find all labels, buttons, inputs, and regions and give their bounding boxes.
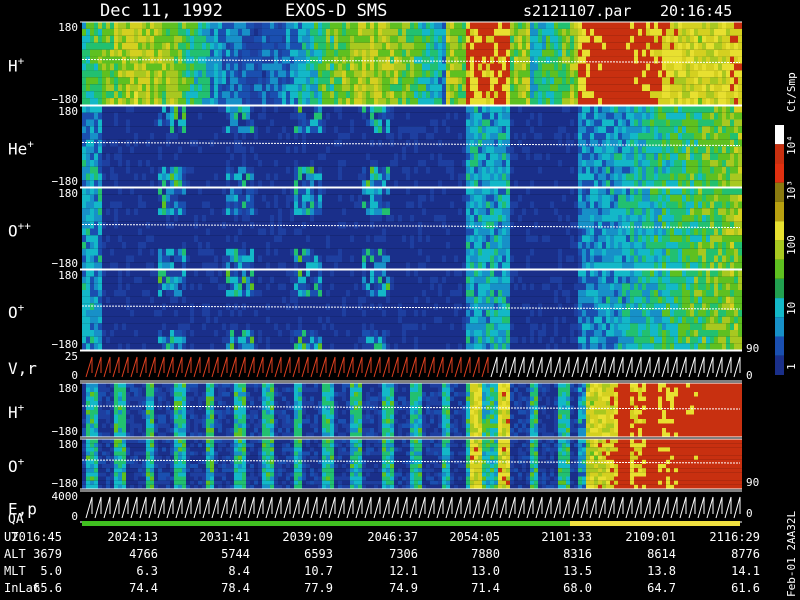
footer-cell: 10.7 <box>304 564 333 578</box>
footer-cell: 74.9 <box>389 581 418 595</box>
footer-cell: 13.5 <box>563 564 592 578</box>
footer-cell: 7306 <box>389 547 418 561</box>
colorbar-swatch <box>775 317 784 337</box>
colorbar-label: 100 <box>785 235 798 255</box>
axis-tick-bottom: −180 <box>52 477 79 490</box>
footer-cell: 2024:13 <box>107 530 158 544</box>
panel-5: H+ 180 −180 <box>8 382 742 438</box>
footer-cell: 6.3 <box>136 564 158 578</box>
footer-cell: 2031:41 <box>199 530 250 544</box>
footer-cell: 13.8 <box>647 564 676 578</box>
footer-cell: 14.1 <box>731 564 760 578</box>
footer-cell: 12.1 <box>389 564 418 578</box>
colorbar-label: 10³ <box>785 180 798 200</box>
panel-label: H+ <box>8 55 25 76</box>
axis-tick-top: 4000 <box>52 490 79 503</box>
footer-cell: 64.7 <box>647 581 676 595</box>
footer-cell: 8.4 <box>228 564 250 578</box>
right-axis-tick: 90 <box>746 476 759 489</box>
footer-cell: 8316 <box>563 547 592 561</box>
right-axis-tick: 0 <box>746 507 753 520</box>
panel-0: H+180−180 <box>8 21 742 106</box>
colorbar-swatch <box>775 201 784 222</box>
footer-cell: 8614 <box>647 547 676 561</box>
qa-label: QA <box>8 512 24 527</box>
footer-cell: 2109:01 <box>625 530 676 544</box>
panel-label: H+ <box>8 401 25 422</box>
right-axis-tick: 0 <box>746 369 753 382</box>
axis-tick-bottom: 0 <box>71 369 78 382</box>
footer-cell: 78.4 <box>221 581 250 595</box>
colorbar-swatch <box>775 163 784 183</box>
colorbar-swatch <box>775 278 784 299</box>
axis-tick-top: 180 <box>58 105 78 118</box>
header-time: 20:16:45 <box>660 2 732 20</box>
colorbar: 10⁴ 10³ 100 10 1 <box>775 125 798 375</box>
footer-cell: 74.4 <box>129 581 158 595</box>
header-instrument: EXOS-D SMS <box>285 1 387 21</box>
footer-cell: 61.6 <box>731 581 760 595</box>
footer-cell: 2116:29 <box>709 530 760 544</box>
footer-cell: 13.0 <box>471 564 500 578</box>
panel-label: O++ <box>8 220 31 241</box>
colorbar-label: 10 <box>785 302 798 315</box>
axis-tick-top: 25 <box>65 350 78 363</box>
axis-tick-top: 180 <box>58 269 78 282</box>
colorbar-unit: Ct/Smp <box>785 72 798 112</box>
panel-7: E,p40000 <box>8 490 742 523</box>
footer-cell: 65.6 <box>33 581 62 595</box>
axis-tick-top: 180 <box>58 438 78 451</box>
footer-row-label: ALT <box>4 547 26 561</box>
colorbar-swatch <box>775 355 784 375</box>
colorbar-label: 1 <box>785 363 798 370</box>
axis-tick-bottom: 0 <box>71 510 78 523</box>
colorbar-swatch <box>775 144 784 164</box>
footer-cell: 2016:45 <box>11 530 62 544</box>
colorbar-swatch <box>775 259 784 279</box>
panel-4: V,r 25 0 <box>8 350 742 382</box>
colorbar-swatch <box>775 125 784 145</box>
panel-label: O+ <box>8 455 25 476</box>
footer-cell: 68.0 <box>563 581 592 595</box>
footer-row-label: MLT <box>4 564 26 578</box>
panels-layer: H+180−180He+180−180O++180−180O+180−180V,… <box>8 21 759 527</box>
panel-label: He+ <box>8 138 34 159</box>
colorbar-label: 10⁴ <box>785 135 798 155</box>
footer-cell: 3679 <box>33 547 62 561</box>
footer-cell: 6593 <box>304 547 333 561</box>
panel-2: O++180−180 <box>8 187 742 270</box>
panel-6: O+ 180 −180 <box>8 438 742 490</box>
axis-tick-top: 180 <box>58 382 78 395</box>
footer-cell: 4766 <box>129 547 158 561</box>
panel-label: V,r <box>8 359 37 378</box>
footer-cell: 2039:09 <box>282 530 333 544</box>
axis-tick-top: 180 <box>58 187 78 200</box>
footer-cell: 5.0 <box>40 564 62 578</box>
panel-label: O+ <box>8 301 25 322</box>
header-file: s2121107.par <box>523 2 631 20</box>
footer-cell: 7880 <box>471 547 500 561</box>
footer-cell: 2054:05 <box>449 530 500 544</box>
axis-tick-top: 180 <box>58 21 78 34</box>
spectrogram-figure: Dec 11, 1992 EXOS-D SMS s2121107.par 20:… <box>4 1 798 600</box>
axis-tick-bottom: −180 <box>52 425 79 438</box>
footer-cell: 2046:37 <box>367 530 418 544</box>
right-axis-tick: 90 <box>746 342 759 355</box>
side-note: Feb-01 2AA32L <box>785 511 798 597</box>
panel-1: He+180−180 <box>8 105 742 188</box>
footer-cell: 77.9 <box>304 581 333 595</box>
footer-cell: 71.4 <box>471 581 500 595</box>
colorbar-swatch <box>775 182 784 202</box>
header-date: Dec 11, 1992 <box>100 1 223 21</box>
footer-cell: 5744 <box>221 547 250 561</box>
colorbar-swatch <box>775 336 784 356</box>
footer-table: UT2016:45 2024:13 2031:41 2039:09 2046:37 205… <box>4 530 760 600</box>
colorbar-swatch <box>775 221 784 241</box>
panel-3: O+180−180 <box>8 269 742 351</box>
colorbar-swatch <box>775 298 784 318</box>
footer-cell: 8776 <box>731 547 760 561</box>
footer-cell: 2101:33 <box>541 530 592 544</box>
colorbar-swatch <box>775 240 784 260</box>
